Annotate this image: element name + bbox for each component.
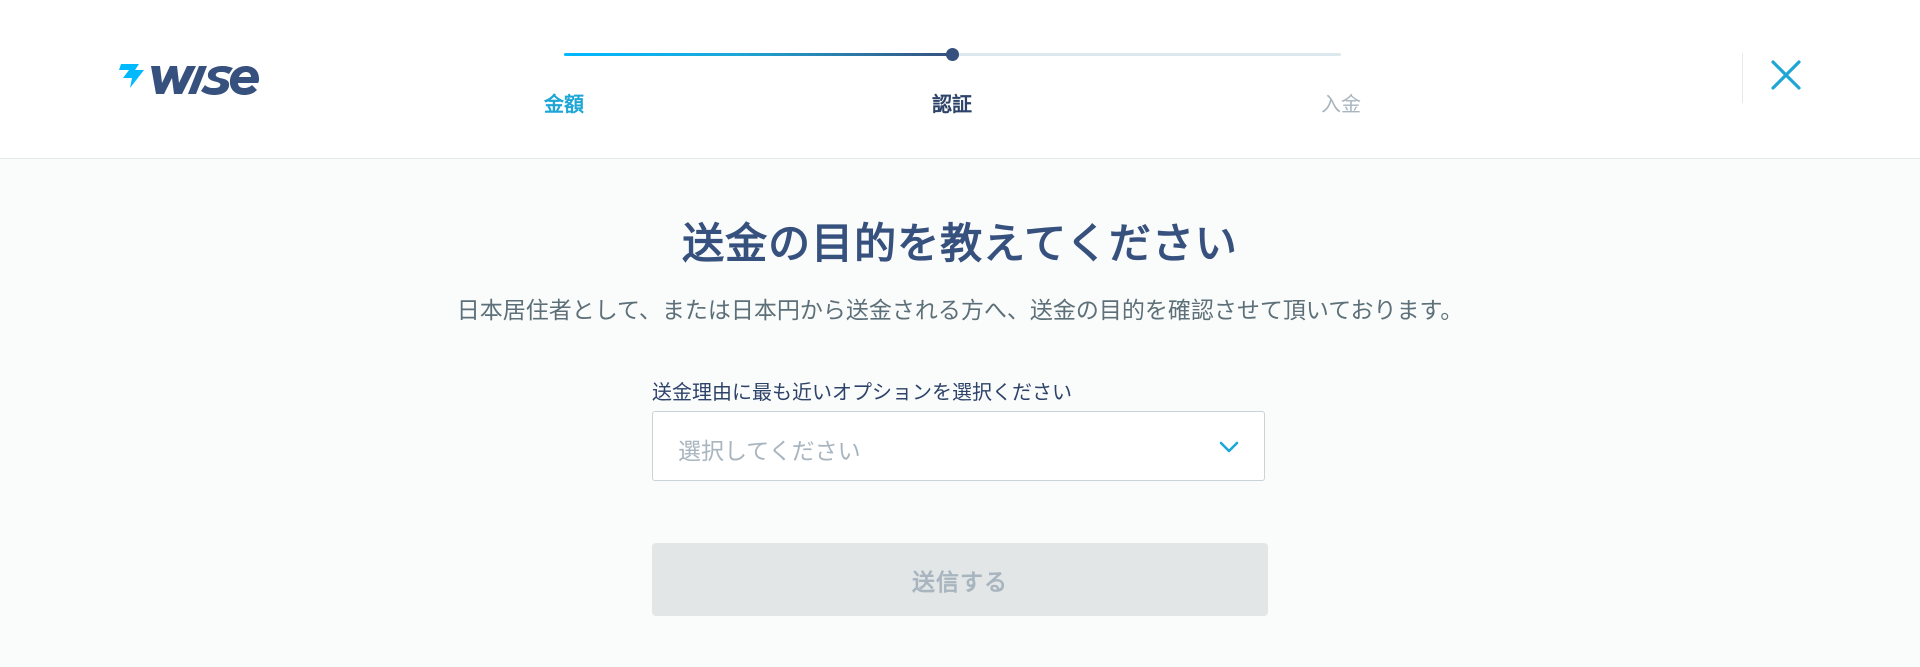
step-amount[interactable]: 金額 (544, 88, 584, 117)
step-verification: 認証 (932, 92, 972, 116)
stepper-progress-fill (564, 53, 952, 56)
progress-stepper: 金額 認証 入金 (540, 0, 1361, 158)
page-title: 送金の目的を教えてください (682, 219, 1238, 268)
page-description: 日本居住者として、または日本円から送金される方へ、送金の目的を確認させて頂いてお… (456, 298, 1464, 324)
close-button[interactable] (1768, 57, 1804, 93)
top-bar: 金額 認証 入金 (0, 0, 1920, 159)
stepper-current-dot (946, 48, 959, 61)
header-divider (1742, 53, 1743, 103)
purpose-select[interactable]: 選択してください (652, 411, 1265, 481)
close-icon (1771, 60, 1801, 90)
step-payment: 入金 (1321, 92, 1361, 116)
purpose-select-placeholder: 選択してください (678, 439, 861, 465)
chevron-down-icon (1219, 441, 1239, 453)
submit-button[interactable]: 送信する (652, 543, 1268, 616)
wise-logo (119, 64, 259, 95)
purpose-field-label: 送金理由に最も近いオプションを選択ください (652, 380, 1072, 404)
